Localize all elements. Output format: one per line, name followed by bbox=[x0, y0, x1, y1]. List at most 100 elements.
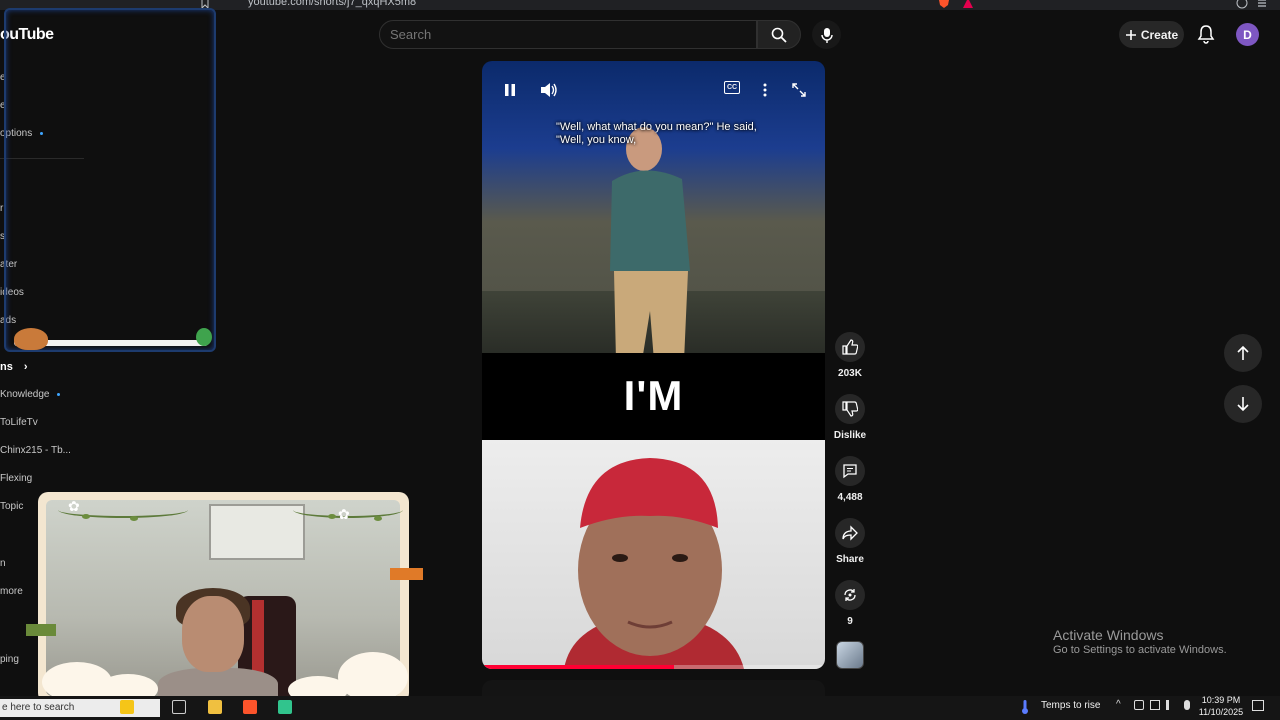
notifications-bell-icon[interactable] bbox=[1196, 24, 1216, 44]
plus-icon bbox=[1125, 29, 1136, 40]
section-label: ns bbox=[0, 361, 13, 373]
more-options-button[interactable] bbox=[754, 79, 776, 101]
activate-windows-title: Activate Windows bbox=[1053, 627, 1164, 643]
taskbar-search-box[interactable]: e here to search bbox=[0, 699, 160, 717]
tray-device-icon[interactable] bbox=[1134, 700, 1144, 710]
caption-line: "Well, what what do you mean?" He said, bbox=[556, 121, 757, 133]
new-content-dot bbox=[57, 392, 61, 396]
obs-app-icon[interactable] bbox=[278, 700, 292, 714]
sidebar-item-shopping[interactable]: ping bbox=[0, 654, 19, 665]
thumbs-down-icon bbox=[842, 401, 858, 417]
dislike-action[interactable]: Dislike bbox=[832, 394, 868, 441]
sidebar-show-more[interactable]: more bbox=[0, 586, 23, 597]
extension-icon[interactable] bbox=[1236, 0, 1248, 9]
taskbar-clock[interactable]: 10:39 PM 11/10/2025 bbox=[1198, 694, 1244, 718]
brave-browser-icon[interactable] bbox=[243, 700, 257, 714]
address-bar-url[interactable]: youtube.com/shorts/j7_qxqHX5m8 bbox=[248, 0, 416, 8]
volume-button[interactable] bbox=[538, 79, 560, 101]
chevron-right-icon: › bbox=[23, 361, 28, 373]
leaf-decoration bbox=[82, 514, 90, 519]
brave-rewards-icon[interactable] bbox=[962, 0, 974, 9]
brave-shield-icon[interactable] bbox=[938, 0, 950, 9]
tray-chevron-up-icon[interactable]: ^ bbox=[1116, 700, 1126, 710]
voice-search-button[interactable] bbox=[812, 20, 841, 49]
video-text-band: I'M bbox=[482, 353, 825, 439]
search-box[interactable] bbox=[379, 20, 757, 49]
taskbar-weather-text[interactable]: Temps to rise bbox=[1041, 700, 1100, 711]
arrow-down-icon bbox=[1237, 397, 1249, 412]
notification-center-icon[interactable] bbox=[1252, 700, 1264, 711]
sidebar-channel-chinx215[interactable]: Chinx215 - Tb... bbox=[0, 445, 71, 456]
create-button[interactable]: Create bbox=[1119, 21, 1184, 48]
reactor-face-figure bbox=[564, 458, 744, 669]
channel-name: Knowledge bbox=[0, 389, 50, 400]
dislike-label: Dislike bbox=[833, 430, 867, 441]
tray-microphone-icon[interactable] bbox=[1184, 700, 1190, 710]
sidebar-channel-topic[interactable]: Topic bbox=[0, 501, 23, 512]
share-label: Share bbox=[836, 554, 864, 565]
browser-menu-icon[interactable] bbox=[1256, 0, 1268, 9]
speaker-figure bbox=[610, 127, 690, 361]
sidebar-channel-n[interactable]: n bbox=[0, 558, 6, 569]
shorts-player[interactable]: "Well, what what do you mean?" He said, … bbox=[482, 61, 825, 669]
taskbar-weather-widget-icon[interactable] bbox=[120, 700, 134, 714]
remix-button[interactable] bbox=[835, 580, 865, 610]
cat-sticker-icon bbox=[14, 328, 48, 350]
bookmark-icon[interactable] bbox=[200, 0, 210, 8]
remix-icon bbox=[844, 589, 856, 601]
leaf-decoration bbox=[374, 516, 382, 521]
remix-action[interactable]: 9 bbox=[832, 580, 868, 627]
sidebar-channel-tolifetv[interactable]: ToLifeTv bbox=[0, 417, 38, 428]
leaf-decoration bbox=[130, 516, 138, 521]
video-upper-scene: "Well, what what do you mean?" He said, … bbox=[482, 61, 825, 361]
comments-action[interactable]: 4,488 bbox=[832, 456, 868, 503]
expand-icon bbox=[792, 83, 806, 97]
microphone-icon bbox=[820, 27, 833, 43]
wall-whiteboard bbox=[209, 504, 305, 560]
sidebar-channel-flexing[interactable]: Flexing bbox=[0, 473, 32, 484]
comment-icon bbox=[843, 464, 857, 479]
activate-windows-subtitle: Go to Settings to activate Windows. bbox=[1053, 644, 1227, 656]
thumbs-up-icon bbox=[842, 339, 858, 355]
account-avatar[interactable]: D bbox=[1236, 23, 1259, 46]
file-explorer-icon[interactable] bbox=[208, 700, 222, 714]
sidebar-item-you[interactable]: r bbox=[0, 203, 3, 214]
sound-source-thumbnail[interactable] bbox=[836, 641, 864, 669]
share-button[interactable] bbox=[835, 518, 865, 548]
pause-button[interactable] bbox=[499, 79, 521, 101]
streamer-face bbox=[182, 596, 244, 672]
video-lower-scene bbox=[482, 440, 825, 669]
webcam-overlay: ✿ ✿ bbox=[38, 492, 409, 704]
speaker-icon[interactable] bbox=[1166, 700, 1176, 710]
dislike-button[interactable] bbox=[835, 394, 865, 424]
search-icon bbox=[771, 27, 787, 43]
cloud-decoration bbox=[338, 652, 408, 702]
remix-count: 9 bbox=[847, 616, 853, 627]
sidebar-subscriptions-header[interactable]: ns › bbox=[0, 361, 28, 373]
overlay-tab-orange bbox=[390, 568, 423, 580]
more-vert-icon bbox=[763, 83, 767, 97]
fullscreen-button[interactable] bbox=[788, 79, 810, 101]
search-button[interactable] bbox=[757, 20, 801, 49]
previous-short-button[interactable] bbox=[1224, 334, 1262, 372]
arrow-up-icon bbox=[1237, 345, 1249, 360]
thermometer-icon bbox=[1022, 700, 1028, 714]
network-icon[interactable] bbox=[1150, 700, 1160, 710]
flower-decoration-icon: ✿ bbox=[68, 498, 80, 514]
like-button[interactable] bbox=[835, 332, 865, 362]
next-short-button[interactable] bbox=[1224, 385, 1262, 423]
task-view-icon[interactable] bbox=[172, 700, 186, 714]
like-action[interactable]: 203K bbox=[832, 332, 868, 379]
leaf-decoration bbox=[328, 514, 336, 519]
stream-overlay-frame bbox=[4, 8, 216, 352]
sidebar-channel-knowledge[interactable]: Knowledge bbox=[0, 389, 61, 400]
comment-count: 4,488 bbox=[837, 492, 863, 503]
overlay-tab-green bbox=[26, 624, 56, 636]
clock-time: 10:39 PM bbox=[1201, 695, 1241, 705]
share-action[interactable]: Share bbox=[832, 518, 868, 565]
clock-date: 11/10/2025 bbox=[1198, 707, 1244, 717]
comments-button[interactable] bbox=[835, 456, 865, 486]
playback-progress-bar[interactable] bbox=[482, 665, 825, 669]
captions-button[interactable]: CC bbox=[724, 81, 740, 94]
search-input[interactable] bbox=[380, 21, 756, 48]
